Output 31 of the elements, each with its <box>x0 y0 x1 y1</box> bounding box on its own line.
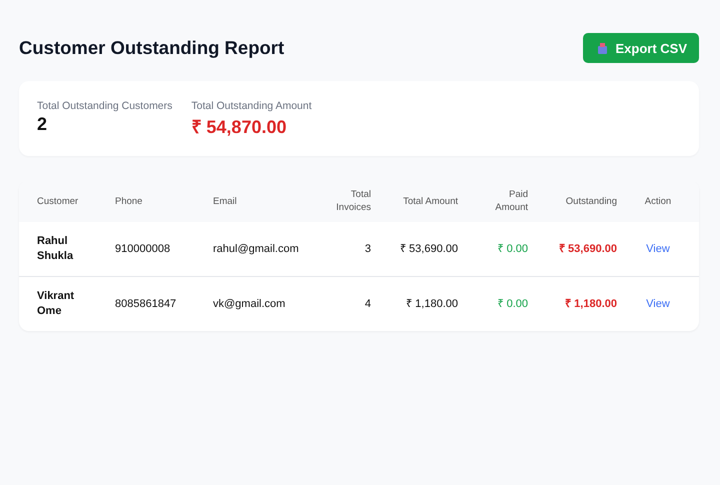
table-cell: ₹ 0.00 <box>467 222 537 276</box>
table-cell: ₹ 1,180.00 <box>380 276 467 331</box>
stat-value: 2 <box>37 114 48 135</box>
stat-label: Total Outstanding Customers <box>37 100 172 112</box>
table-cell: 910000008 <box>106 222 204 276</box>
table-cell: rahul@gmail.com <box>204 222 320 276</box>
table-cell: ₹ 53,690.00 <box>380 222 467 276</box>
column-header: Phone <box>106 180 204 222</box>
table-cell: ₹ 0.00 <box>467 276 537 331</box>
table-cell: vk@gmail.com <box>204 276 320 331</box>
table-cell: Rahul Shukla <box>19 222 106 276</box>
column-header: Email <box>204 180 320 222</box>
table-cell: Vikrant Ome <box>19 276 106 331</box>
column-header: Paid Amount <box>467 180 537 222</box>
export-icon <box>597 42 608 54</box>
column-header: Total Amount <box>380 180 467 222</box>
page-title: Customer Outstanding Report <box>19 37 284 59</box>
table-cell: 3 <box>320 222 380 276</box>
column-header: Action <box>626 180 699 222</box>
view-link[interactable]: View <box>646 242 670 254</box>
stat-value: ₹ 54,870.00 <box>191 116 288 138</box>
table-cell: 8085861847 <box>106 276 204 331</box>
table-cell: ₹ 1,180.00 <box>537 276 626 331</box>
column-header: Customer <box>19 180 106 222</box>
column-header: Outstanding <box>537 180 626 222</box>
table-cell: 4 <box>320 276 380 331</box>
export-csv-button[interactable]: Export CSV <box>583 33 699 63</box>
table-cell: ₹ 53,690.00 <box>537 222 626 276</box>
stat-label: Total Outstanding Amount <box>191 100 312 112</box>
view-link[interactable]: View <box>646 298 670 310</box>
column-header: Total Invoices <box>320 180 380 222</box>
